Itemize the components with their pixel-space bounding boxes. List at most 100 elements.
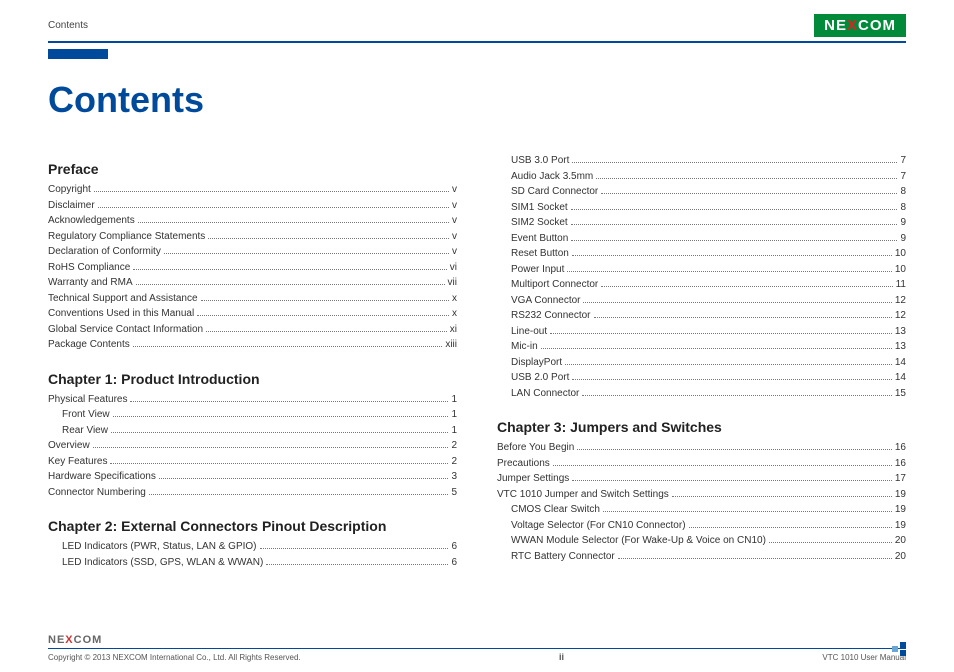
toc-entry[interactable]: Connector Numbering 5 <box>48 485 457 501</box>
toc-entry[interactable]: Mic-in13 <box>497 339 906 355</box>
toc-entry-page: v <box>452 229 457 245</box>
toc-entry[interactable]: Declaration of Conformityv <box>48 244 457 260</box>
toc-entry[interactable]: SIM1 Socket8 <box>497 200 906 216</box>
toc-entry-page: 2 <box>451 454 457 470</box>
toc-leader-dots <box>94 191 449 192</box>
toc-leader-dots <box>571 240 897 241</box>
toc-entry[interactable]: RoHS Compliancevi <box>48 260 457 276</box>
toc-entry[interactable]: Front View1 <box>48 407 457 423</box>
toc-entry-page: xiii <box>445 337 457 353</box>
toc-leader-dots <box>136 284 445 285</box>
toc-entry[interactable]: DisplayPort14 <box>497 355 906 371</box>
toc-entry[interactable]: Multiport Connector11 <box>497 277 906 293</box>
toc-entry[interactable]: Copyrightv <box>48 182 457 198</box>
toc-entry[interactable]: LAN Connector15 <box>497 386 906 402</box>
toc-entry[interactable]: Audio Jack 3.5mm7 <box>497 169 906 185</box>
header-rule <box>48 41 906 43</box>
toc-entry-label: LED Indicators (PWR, Status, LAN & GPIO) <box>48 539 257 555</box>
toc-entry-page: 3 <box>451 469 457 485</box>
toc-entry-page: 14 <box>895 370 906 386</box>
toc-entry[interactable]: Hardware Specifications3 <box>48 469 457 485</box>
toc-leader-dots <box>565 364 892 365</box>
toc-entry[interactable]: Rear View 1 <box>48 423 457 439</box>
toc-entry[interactable]: Before You Begin16 <box>497 440 906 456</box>
toc-entry-page: 19 <box>895 487 906 503</box>
toc-entry[interactable]: Regulatory Compliance Statementsv <box>48 229 457 245</box>
toc-entry[interactable]: SIM2 Socket 9 <box>497 215 906 231</box>
toc-leader-dots <box>689 527 892 528</box>
toc-entry[interactable]: Warranty and RMAvii <box>48 275 457 291</box>
toc-leader-dots <box>601 193 897 194</box>
toc-entry[interactable]: RTC Battery Connector20 <box>497 549 906 565</box>
toc-entry[interactable]: Technical Support and Assistancex <box>48 291 457 307</box>
toc-entry[interactable]: Power Input10 <box>497 262 906 278</box>
toc-entry[interactable]: Key Features2 <box>48 454 457 470</box>
toc-entry-page: 19 <box>895 518 906 534</box>
toc-entry-page: 10 <box>895 246 906 262</box>
toc-entry[interactable]: Global Service Contact Informationxi <box>48 322 457 338</box>
toc-entry-label: USB 2.0 Port <box>497 370 569 386</box>
toc-leader-dots <box>110 463 448 464</box>
toc-entry-page: 9 <box>900 215 906 231</box>
breadcrumb: Contents <box>48 20 88 31</box>
toc-entry-label: Rear View <box>48 423 108 439</box>
toc-entry-label: Mic-in <box>497 339 538 355</box>
toc-entry[interactable]: Conventions Used in this Manualx <box>48 306 457 322</box>
toc-entry-label: Package Contents <box>48 337 130 353</box>
toc-leader-dots <box>571 209 898 210</box>
toc-leader-dots <box>164 253 449 254</box>
footer-decoration-icon <box>892 642 906 656</box>
toc-entry-page: 12 <box>895 293 906 309</box>
toc-entry[interactable]: USB 3.0 Port7 <box>497 153 906 169</box>
toc-entry[interactable]: Physical Features1 <box>48 392 457 408</box>
toc-entry[interactable]: Acknowledgementsv <box>48 213 457 229</box>
toc-entry[interactable]: Event Button9 <box>497 231 906 247</box>
toc-leader-dots <box>133 346 443 347</box>
toc-entry[interactable]: Line-out13 <box>497 324 906 340</box>
toc-entry-label: Voltage Selector (For CN10 Connector) <box>497 518 686 534</box>
toc-entry[interactable]: WWAN Module Selector (For Wake-Up & Voic… <box>497 533 906 549</box>
toc-columns: Preface CopyrightvDisclaimervAcknowledgem… <box>48 153 906 570</box>
toc-entry[interactable]: CMOS Clear Switch19 <box>497 502 906 518</box>
toc-entry[interactable]: Reset Button10 <box>497 246 906 262</box>
spacer <box>497 401 906 411</box>
toc-entry-label: VGA Connector <box>497 293 580 309</box>
toc-section-heading: Preface <box>48 161 457 177</box>
toc-entry-label: VTC 1010 Jumper and Switch Settings <box>497 487 669 503</box>
toc-entry[interactable]: RS232 Connector12 <box>497 308 906 324</box>
toc-entry-page: 7 <box>900 153 906 169</box>
toc-entry[interactable]: VGA Connector 12 <box>497 293 906 309</box>
toc-entry-label: SIM2 Socket <box>497 215 568 231</box>
toc-entry-page: v <box>452 182 457 198</box>
toc-entry[interactable]: Disclaimerv <box>48 198 457 214</box>
toc-entry-label: LAN Connector <box>497 386 579 402</box>
footer-logo: NEXCOM <box>48 634 906 646</box>
toc-leader-dots <box>201 300 449 301</box>
toc-entry[interactable]: Precautions16 <box>497 456 906 472</box>
toc-entry-page: 5 <box>451 485 457 501</box>
toc-entry-label: Connector Numbering <box>48 485 146 501</box>
header-accent <box>48 49 108 59</box>
toc-entry-page: x <box>452 291 457 307</box>
toc-entry-page: 20 <box>895 549 906 565</box>
toc-entry[interactable]: LED Indicators (SSD, GPS, WLAN & WWAN)6 <box>48 555 457 571</box>
toc-entry[interactable]: Jumper Settings17 <box>497 471 906 487</box>
toc-entry-label: Acknowledgements <box>48 213 135 229</box>
toc-entry[interactable]: USB 2.0 Port 14 <box>497 370 906 386</box>
toc-entry-page: 16 <box>895 456 906 472</box>
toc-entry[interactable]: LED Indicators (PWR, Status, LAN & GPIO)… <box>48 539 457 555</box>
toc-section-heading: Chapter 2: External Connectors Pinout De… <box>48 518 457 534</box>
toc-entry[interactable]: SD Card Connector8 <box>497 184 906 200</box>
toc-leader-dots <box>553 465 892 466</box>
toc-entry-page: v <box>452 244 457 260</box>
toc-entry[interactable]: VTC 1010 Jumper and Switch Settings 19 <box>497 487 906 503</box>
toc-entry[interactable]: Overview2 <box>48 438 457 454</box>
toc-entry[interactable]: Voltage Selector (For CN10 Connector) 19 <box>497 518 906 534</box>
copyright-text: Copyright © 2013 NEXCOM International Co… <box>48 653 301 662</box>
toc-entry-page: 13 <box>895 324 906 340</box>
toc-leader-dots <box>582 395 892 396</box>
toc-entry-page: 1 <box>451 423 457 439</box>
toc-entry[interactable]: Package Contents xiii <box>48 337 457 353</box>
toc-entry-label: SIM1 Socket <box>497 200 568 216</box>
toc-entry-label: Front View <box>48 407 110 423</box>
